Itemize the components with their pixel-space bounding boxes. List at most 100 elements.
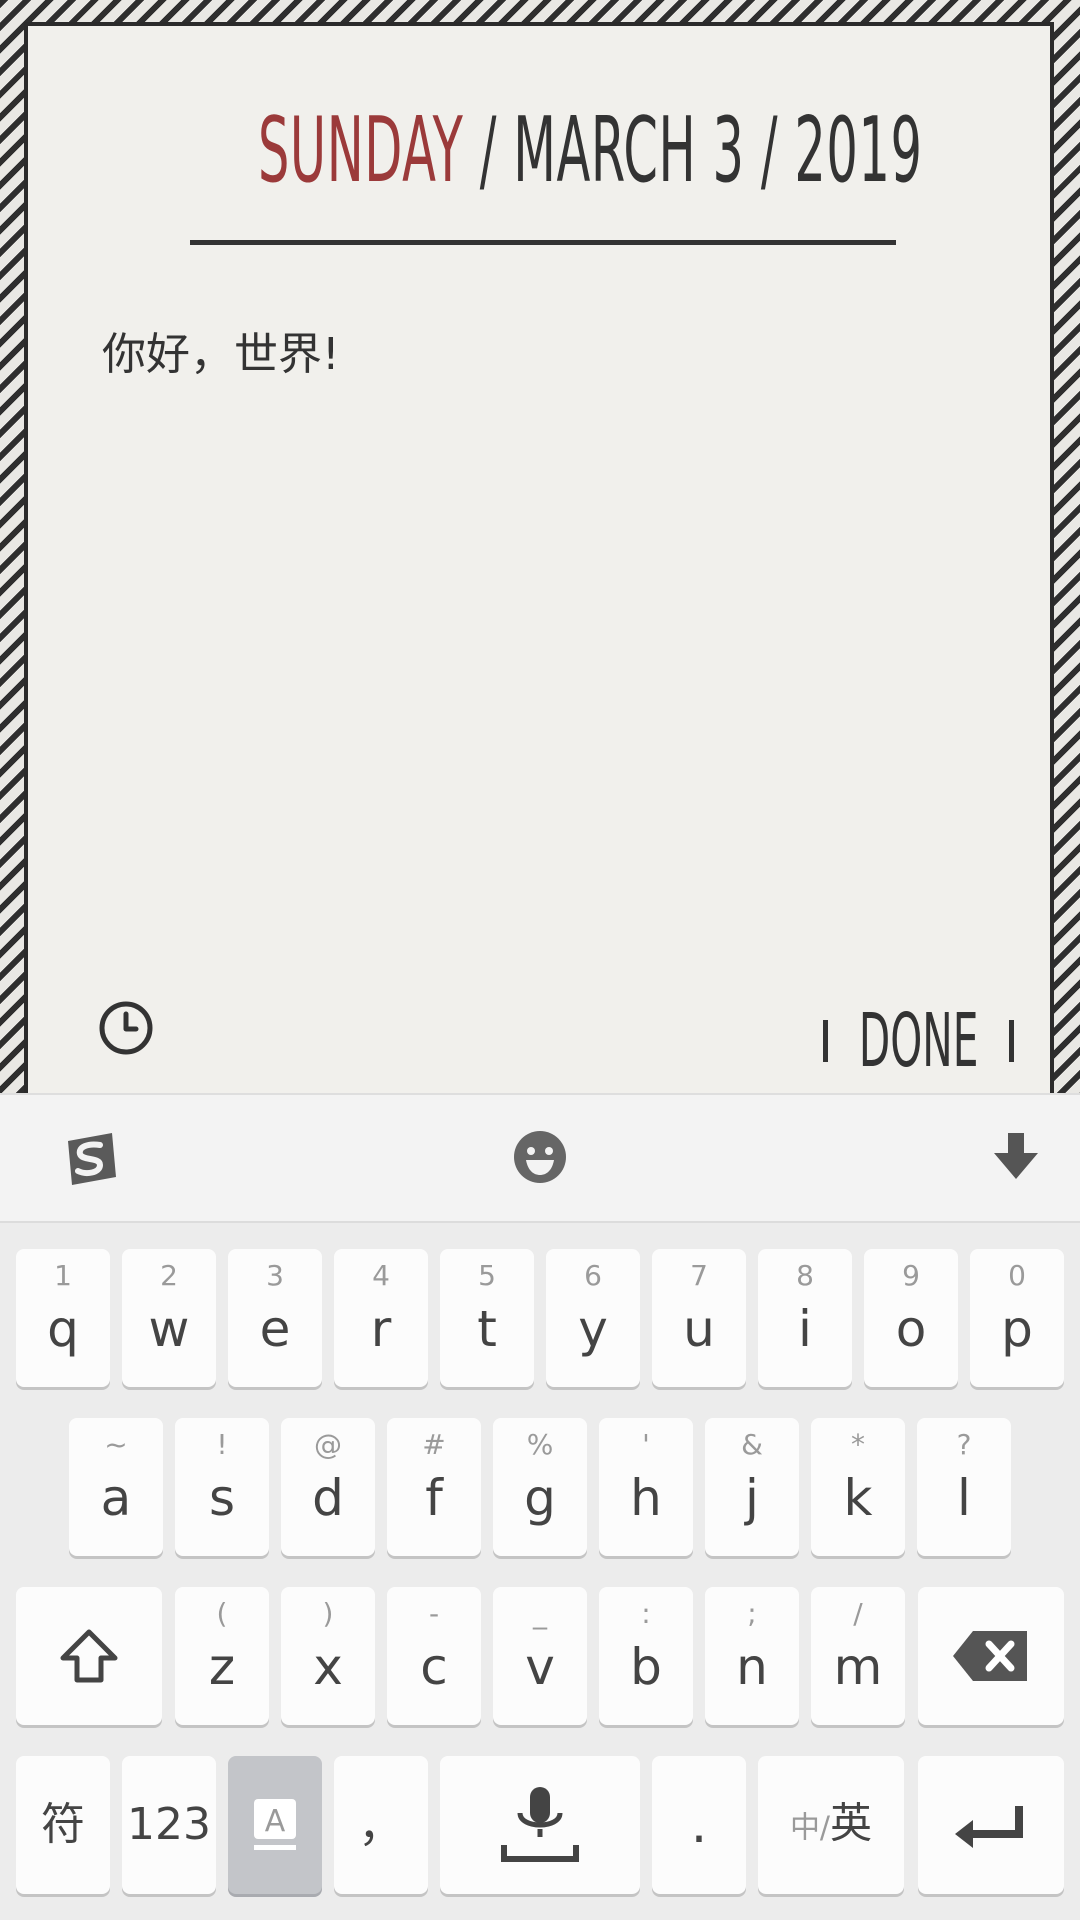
key-w[interactable]: 2w (122, 1249, 216, 1387)
key-b[interactable]: :b (599, 1587, 693, 1725)
key-letter: t (477, 1300, 497, 1358)
key-hint: ( (216, 1597, 228, 1630)
numbers-label: 123 (127, 1799, 211, 1850)
done-label: DONE (858, 998, 979, 1084)
key-letter: i (798, 1300, 812, 1358)
key-hint: ! (216, 1428, 228, 1461)
key-x[interactable]: ) x (281, 1587, 375, 1725)
svg-text:A: A (265, 1804, 286, 1839)
key-c[interactable]: -c (387, 1587, 481, 1725)
key-letter: b (630, 1638, 662, 1696)
key-letter: e (259, 1300, 291, 1358)
key-hint: 3 (266, 1259, 284, 1292)
symbols-key[interactable]: 符 (16, 1756, 110, 1894)
key-letter: o (895, 1300, 927, 1358)
key-letter: a (100, 1469, 132, 1527)
enter-icon (955, 1806, 1023, 1848)
key-t[interactable]: 5t (440, 1249, 534, 1387)
key-i[interactable]: 8i (758, 1249, 852, 1387)
key-letter: s (208, 1469, 236, 1527)
key-letter: z (208, 1638, 236, 1696)
key-letter: k (843, 1469, 873, 1527)
key-letter: g (524, 1469, 556, 1527)
key-hint: 8 (796, 1259, 814, 1292)
key-g[interactable]: % g (493, 1418, 587, 1556)
header-divider (190, 240, 896, 245)
caps-lock-icon: A (254, 1799, 296, 1850)
key-z[interactable]: (z (175, 1587, 269, 1725)
key-letter: f (425, 1469, 443, 1527)
key-hint: 9 (902, 1259, 920, 1292)
key-hint: 2 (160, 1259, 178, 1292)
key-m[interactable]: / m (811, 1587, 905, 1725)
key-v[interactable]: _ v (493, 1587, 587, 1725)
key-hint: ? (956, 1428, 972, 1461)
key-hint: 1 (54, 1259, 72, 1292)
date-day: SUNDAY (257, 98, 464, 203)
key-p[interactable]: 0p (970, 1249, 1064, 1387)
key-hint: 0 (1008, 1259, 1026, 1292)
key-letter: m (833, 1638, 883, 1696)
key-hint: * (851, 1428, 865, 1461)
key-d[interactable]: @ d (281, 1418, 375, 1556)
key-letter: r (370, 1300, 392, 1358)
key-q[interactable]: 1q (16, 1249, 110, 1387)
comma-label: ， (358, 1798, 404, 1852)
shift-icon (60, 1629, 118, 1683)
microphone-icon (501, 1787, 579, 1862)
numbers-key[interactable]: 123 (122, 1756, 216, 1894)
note-card: SUNDAY / MARCH 3 / 2019 你好，世界! DONE (24, 22, 1054, 1182)
backspace-icon (953, 1631, 1027, 1681)
key-y[interactable]: 6y (546, 1249, 640, 1387)
space-key[interactable] (440, 1756, 640, 1894)
key-hint: ~ (104, 1428, 128, 1461)
key-k[interactable]: * k (811, 1418, 905, 1556)
key-letter: q (47, 1300, 79, 1358)
key-f[interactable]: # f (387, 1418, 481, 1556)
key-s[interactable]: ! s (175, 1418, 269, 1556)
key-hint: _ (533, 1597, 547, 1630)
key-hint: / (853, 1597, 863, 1630)
key-hint: 5 (478, 1259, 496, 1292)
period-key[interactable]: . (652, 1756, 746, 1894)
key-u[interactable]: 7u (652, 1249, 746, 1387)
emoji-icon[interactable] (512, 1129, 568, 1185)
key-j[interactable]: & j (705, 1418, 799, 1556)
key-o[interactable]: 9o (864, 1249, 958, 1387)
key-hint: 7 (690, 1259, 708, 1292)
comma-key[interactable]: ， (334, 1756, 428, 1894)
shift-key[interactable] (16, 1587, 162, 1725)
key-hint: 6 (584, 1259, 602, 1292)
enter-key[interactable] (918, 1756, 1064, 1894)
key-hint: 4 (372, 1259, 390, 1292)
key-letter: w (148, 1300, 190, 1358)
key-h[interactable]: ' h (599, 1418, 693, 1556)
key-hint: % (526, 1428, 554, 1461)
clock-icon[interactable] (98, 1000, 154, 1056)
done-left-bar (822, 1020, 828, 1062)
key-letter: h (630, 1469, 662, 1527)
key-e[interactable]: 3e (228, 1249, 322, 1387)
key-hint: - (428, 1597, 440, 1630)
language-key[interactable]: 中/英 (758, 1756, 904, 1894)
key-letter: v (525, 1638, 555, 1696)
done-right-bar (1009, 1020, 1014, 1062)
language-toggle-label: 中/英 (758, 1792, 904, 1859)
key-a[interactable]: ~ a (69, 1418, 163, 1556)
done-button[interactable]: DONE (822, 998, 1014, 1084)
key-letter: c (420, 1638, 448, 1696)
hide-keyboard-icon[interactable] (988, 1129, 1044, 1185)
period-label: . (690, 1795, 708, 1855)
sogou-logo-icon[interactable] (58, 1127, 122, 1191)
key-l[interactable]: ? l (917, 1418, 1011, 1556)
key-n[interactable]: ; n (705, 1587, 799, 1725)
key-letter: d (312, 1469, 344, 1527)
key-letter: y (578, 1300, 608, 1358)
key-r[interactable]: 4r (334, 1249, 428, 1387)
caps-lock-key[interactable]: A (228, 1756, 322, 1894)
key-hint: ) (322, 1597, 334, 1630)
language-small-label: 中/ (789, 1810, 831, 1846)
note-body-text[interactable]: 你好，世界! (102, 318, 340, 382)
backspace-key[interactable] (918, 1587, 1064, 1725)
key-hint: # (422, 1428, 446, 1461)
